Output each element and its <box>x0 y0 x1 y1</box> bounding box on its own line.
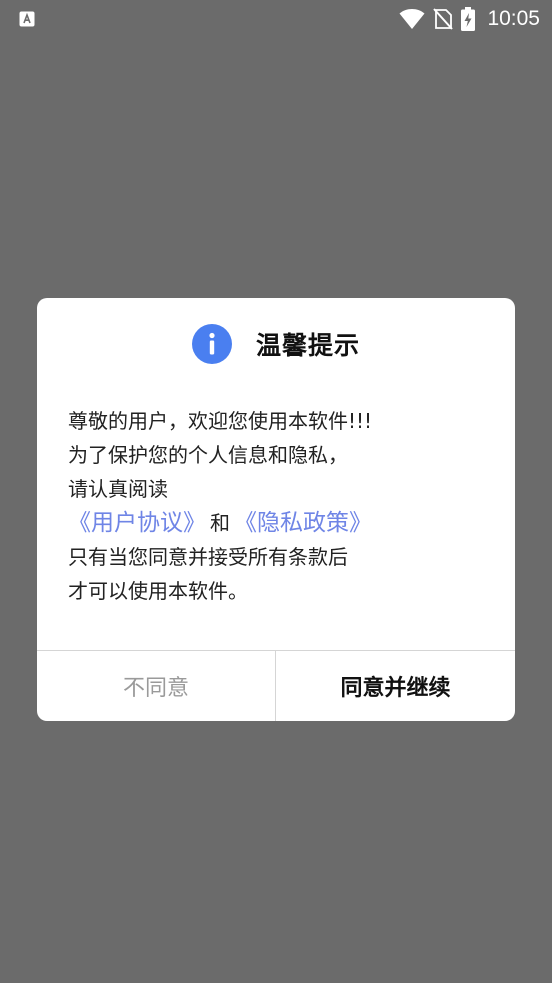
app-notification-icon <box>19 11 35 27</box>
disagree-button[interactable]: 不同意 <box>37 651 275 721</box>
policy-links-line: 《用户协议》和《隐私政策》 <box>68 506 498 540</box>
message-line: 请认真阅读 <box>68 477 168 501</box>
status-time: 10:05 <box>487 7 540 30</box>
and-text: 和 <box>210 511 230 535</box>
dialog-message: 尊敬的用户，欢迎您使用本软件!!! 为了保护您的个人信息和隐私， 请认真阅读 《… <box>68 404 498 608</box>
privacy-policy-link[interactable]: 《隐私政策》 <box>234 510 372 536</box>
user-agreement-link[interactable]: 《用户协议》 <box>68 510 206 536</box>
dialog-title: 温馨提示 <box>255 331 360 360</box>
message-line: 才可以使用本软件。 <box>68 579 248 603</box>
status-bar: 10:05 <box>0 0 552 38</box>
no-sim-icon <box>433 8 454 30</box>
privacy-dialog: 温馨提示 尊敬的用户，欢迎您使用本软件!!! 为了保护您的个人信息和隐私， 请认… <box>37 298 515 721</box>
agree-continue-button[interactable]: 同意并继续 <box>276 651 515 721</box>
message-line: 为了保护您的个人信息和隐私， <box>68 443 348 467</box>
dialog-header: 温馨提示 <box>37 322 515 366</box>
status-icons: 10:05 <box>399 6 540 32</box>
wifi-icon <box>399 9 425 29</box>
message-line: 尊敬的用户，欢迎您使用本软件!!! <box>68 409 373 433</box>
battery-charging-icon <box>461 7 476 31</box>
info-icon <box>191 324 232 364</box>
message-line: 只有当您同意并接受所有条款后 <box>68 545 348 569</box>
